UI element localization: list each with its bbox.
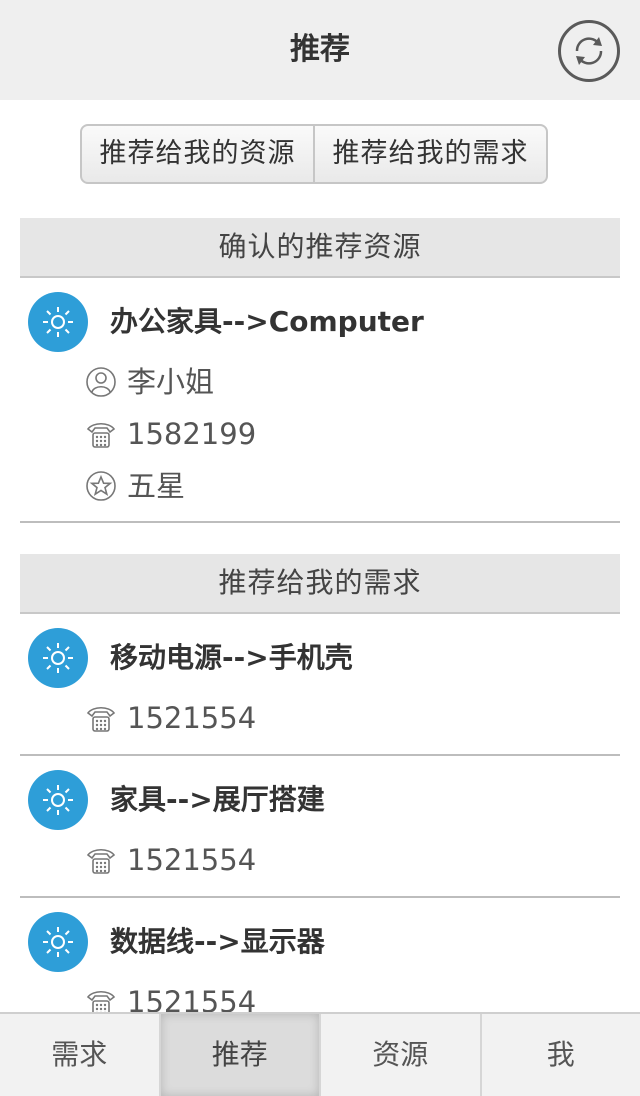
divider <box>20 754 620 756</box>
phone-number: 1521554 <box>127 843 257 877</box>
segment-needs-button[interactable]: 推荐给我的需求 <box>313 126 546 182</box>
divider <box>20 896 620 898</box>
item-title: 数据线-->显示器 <box>110 925 325 958</box>
rating-text: 五星 <box>127 469 186 503</box>
sun-icon <box>28 628 88 688</box>
refresh-button[interactable] <box>558 20 620 82</box>
item-title: 办公家具-->Computer <box>110 305 424 338</box>
phone-number: 1582199 <box>127 417 257 451</box>
segmented-control: 推荐给我的资源 推荐给我的需求 <box>80 124 548 184</box>
phone-icon <box>84 843 118 877</box>
refresh-icon <box>575 37 603 65</box>
section-header-needs: 推荐给我的需求 <box>20 554 620 614</box>
contact-row: 李小姐 <box>84 362 214 402</box>
tab-needs[interactable]: 需求 <box>0 1014 159 1096</box>
rating-row: 五星 <box>84 466 185 506</box>
tab-resources[interactable]: 资源 <box>319 1014 480 1096</box>
phone-row: 1521554 <box>84 698 256 738</box>
phone-row: 1582199 <box>84 414 256 454</box>
person-icon <box>84 365 118 399</box>
tab-recommend[interactable]: 推荐 <box>158 1014 319 1096</box>
phone-number: 1521554 <box>127 701 257 735</box>
sun-icon <box>28 912 88 972</box>
sun-icon <box>28 292 88 352</box>
star-icon <box>84 469 118 503</box>
segment-resources-button[interactable]: 推荐给我的资源 <box>82 126 313 182</box>
divider <box>20 521 620 523</box>
phone-icon <box>84 701 118 735</box>
header: 推荐 <box>0 0 640 100</box>
phone-row: 1521554 <box>84 840 256 880</box>
tab-me[interactable]: 我 <box>479 1014 640 1096</box>
item-title: 家具-->展厅搭建 <box>110 783 325 816</box>
item-title: 移动电源-->手机壳 <box>110 641 353 674</box>
phone-icon <box>84 417 118 451</box>
tab-bar: 需求 推荐 资源 我 <box>0 1012 640 1096</box>
sun-icon <box>28 770 88 830</box>
page-title: 推荐 <box>290 32 350 67</box>
contact-name: 李小姐 <box>127 365 215 399</box>
section-header-confirmed: 确认的推荐资源 <box>20 218 620 278</box>
